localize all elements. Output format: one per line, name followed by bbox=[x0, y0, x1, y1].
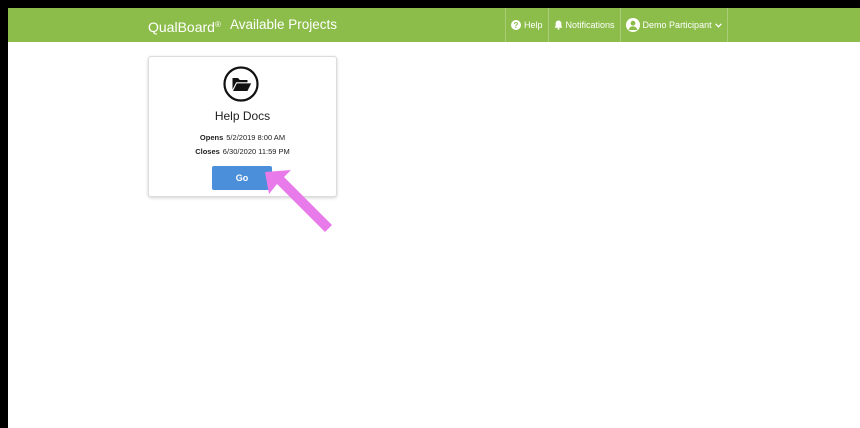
opens-row: Opens 5/2/2019 8:00 AM bbox=[149, 133, 336, 142]
svg-text:?: ? bbox=[514, 21, 519, 30]
closes-date: 6/30/2020 11:59 PM bbox=[222, 147, 290, 156]
help-label: Help bbox=[524, 20, 543, 30]
top-navbar: QualBoard® Available Projects ? Help Not… bbox=[8, 8, 860, 42]
folder-open-icon bbox=[223, 66, 259, 102]
chevron-down-icon bbox=[714, 22, 722, 28]
brand-logo[interactable]: QualBoard® bbox=[148, 8, 221, 42]
nav-actions: ? Help Notifications Demo Participant bbox=[505, 8, 728, 42]
page-title: Available Projects bbox=[230, 17, 338, 32]
brand-mark: ® bbox=[214, 20, 221, 29]
project-title: Help Docs bbox=[214, 109, 271, 123]
bell-icon bbox=[553, 20, 563, 30]
avatar bbox=[625, 18, 640, 32]
pointer-arrow-icon bbox=[263, 168, 343, 238]
closes-row: Closes 6/30/2020 11:59 PM bbox=[149, 147, 336, 156]
notifications-link[interactable]: Notifications bbox=[547, 8, 620, 42]
user-menu[interactable]: Demo Participant bbox=[619, 8, 728, 42]
opens-label: Opens bbox=[199, 133, 224, 142]
app-screen: QualBoard® Available Projects ? Help Not… bbox=[8, 8, 860, 428]
brand-name: QualBoard bbox=[148, 19, 215, 35]
closes-label: Closes bbox=[195, 147, 220, 156]
help-link[interactable]: ? Help bbox=[505, 8, 548, 42]
notifications-label: Notifications bbox=[565, 20, 615, 30]
opens-date: 5/2/2019 8:00 AM bbox=[226, 133, 286, 142]
question-circle-icon: ? bbox=[511, 20, 521, 30]
user-name: Demo Participant bbox=[642, 20, 712, 30]
window-frame: QualBoard® Available Projects ? Help Not… bbox=[0, 0, 860, 428]
